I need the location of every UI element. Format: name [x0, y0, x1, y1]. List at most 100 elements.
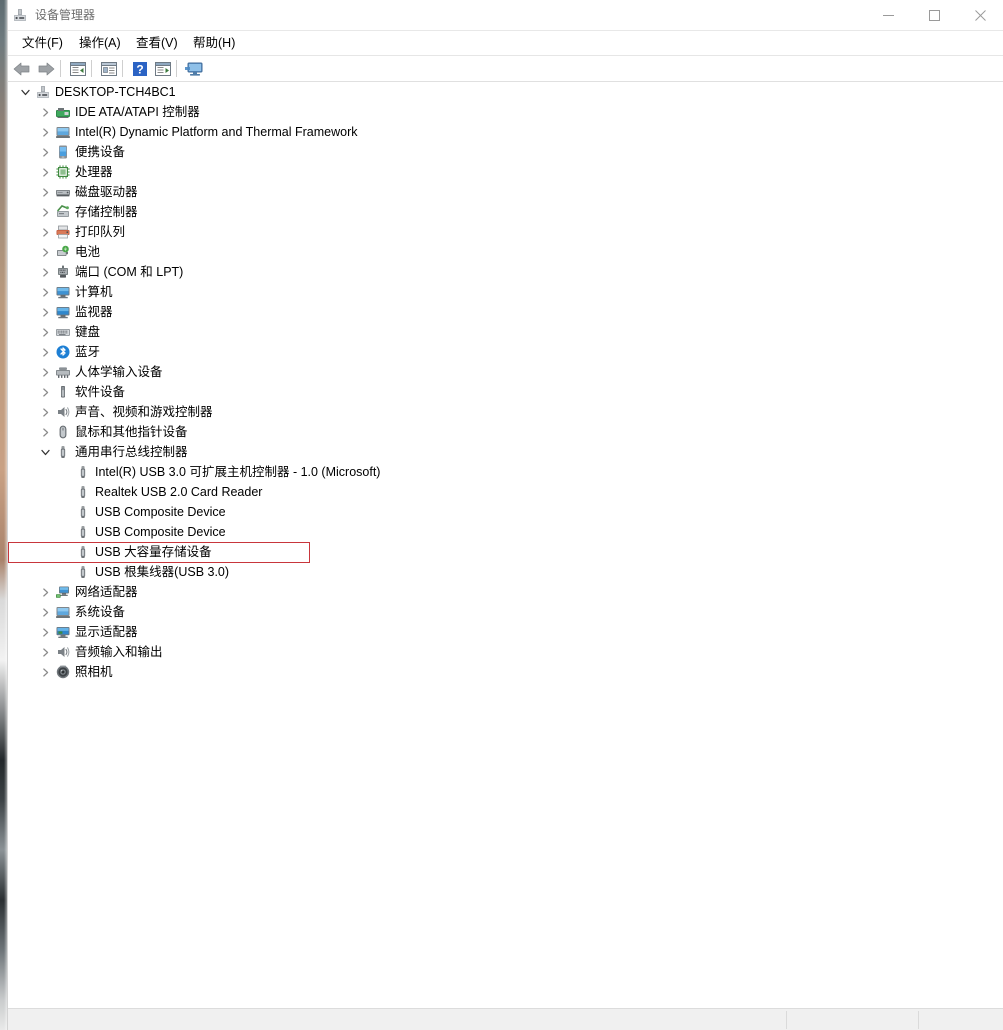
chevron-right-icon[interactable] — [37, 382, 53, 402]
tree-label: 存储控制器 — [75, 205, 138, 219]
chevron-right-icon[interactable] — [37, 222, 53, 242]
tree-row[interactable]: 电池 — [8, 242, 1003, 262]
tree-row[interactable]: 计算机 — [8, 282, 1003, 302]
tree-row[interactable]: 存储控制器 — [8, 202, 1003, 222]
show-hidden-tree-icon[interactable] — [68, 59, 88, 79]
menu-help[interactable]: 帮助(H) — [189, 31, 239, 55]
chevron-right-icon[interactable] — [37, 402, 53, 422]
tree-row[interactable]: 人体学输入设备 — [8, 362, 1003, 382]
scan-hardware-icon[interactable] — [184, 59, 204, 79]
usb-icon — [75, 524, 91, 540]
tree-row[interactable]: 键盘 — [8, 322, 1003, 342]
chevron-right-icon[interactable] — [37, 182, 53, 202]
chevron-right-icon[interactable] — [37, 162, 53, 182]
tree-label: 便携设备 — [75, 145, 126, 159]
tree-label: USB 根集线器(USB 3.0) — [95, 565, 230, 579]
disk-drive-icon — [55, 184, 71, 200]
toolbar-separator — [91, 60, 92, 77]
tree-row[interactable]: 蓝牙 — [8, 342, 1003, 362]
tree-row[interactable]: 打印队列 — [8, 222, 1003, 242]
chevron-down-icon[interactable] — [37, 442, 53, 462]
display-adapter-icon — [55, 624, 71, 640]
printer-icon — [55, 224, 71, 240]
chevron-right-icon[interactable] — [37, 242, 53, 262]
tree-label: Intel(R) Dynamic Platform and Thermal Fr… — [75, 125, 358, 139]
chevron-right-icon[interactable] — [37, 662, 53, 682]
tree-row[interactable]: USB Composite Device — [8, 522, 1003, 542]
tree-row[interactable]: 监视器 — [8, 302, 1003, 322]
tree-row[interactable]: 处理器 — [8, 162, 1003, 182]
chevron-right-icon[interactable] — [37, 122, 53, 142]
usb-icon — [55, 444, 71, 460]
menu-action[interactable]: 操作(A) — [75, 31, 125, 55]
chevron-right-icon[interactable] — [37, 422, 53, 442]
chevron-right-icon[interactable] — [37, 582, 53, 602]
tree-row[interactable]: 系统设备 — [8, 602, 1003, 622]
tree-row[interactable]: 鼠标和其他指针设备 — [8, 422, 1003, 442]
tree-label: 监视器 — [75, 305, 113, 319]
tree-row[interactable]: IDE ATA/ATAPI 控制器 — [8, 102, 1003, 122]
port-icon — [55, 264, 71, 280]
forward-arrow-icon[interactable] — [36, 59, 56, 79]
usb-icon — [75, 544, 91, 560]
usb-icon — [75, 564, 91, 580]
status-separator — [786, 1011, 787, 1029]
chevron-right-icon[interactable] — [37, 602, 53, 622]
menu-file[interactable]: 文件(F) — [18, 31, 67, 55]
chevron-right-icon[interactable] — [37, 362, 53, 382]
tree-label: IDE ATA/ATAPI 控制器 — [75, 105, 200, 119]
tree-row[interactable]: Intel(R) Dynamic Platform and Thermal Fr… — [8, 122, 1003, 142]
tree-label: 通用串行总线控制器 — [75, 445, 188, 459]
chevron-right-icon[interactable] — [37, 322, 53, 342]
tree-row[interactable]: 显示适配器 — [8, 622, 1003, 642]
chevron-right-icon[interactable] — [37, 622, 53, 642]
update-driver-icon[interactable] — [153, 59, 173, 79]
tree-label: 网络适配器 — [75, 585, 138, 599]
tree-label: 人体学输入设备 — [75, 365, 163, 379]
chevron-right-icon[interactable] — [37, 142, 53, 162]
bluetooth-icon — [55, 344, 71, 360]
tree-label: 键盘 — [75, 325, 101, 339]
tree-label: 音频输入和输出 — [75, 645, 163, 659]
tree-row[interactable]: 通用串行总线控制器 — [8, 442, 1003, 462]
tree-row[interactable]: USB 大容量存储设备 — [8, 542, 1003, 562]
tree-row[interactable]: 软件设备 — [8, 382, 1003, 402]
tree-row[interactable]: 网络适配器 — [8, 582, 1003, 602]
tree-row[interactable]: 音频输入和输出 — [8, 642, 1003, 662]
chevron-down-icon[interactable] — [17, 82, 33, 102]
camera-icon — [55, 664, 71, 680]
tree-row[interactable]: 声音、视频和游戏控制器 — [8, 402, 1003, 422]
tree-label: 计算机 — [75, 285, 113, 299]
device-tree[interactable]: DESKTOP-TCH4BC1 IDE ATA/ATAPI 控制器 Intel(R… — [8, 82, 1003, 1002]
tree-row-root[interactable]: DESKTOP-TCH4BC1 — [8, 82, 1003, 102]
close-button[interactable] — [957, 0, 1003, 30]
chevron-right-icon[interactable] — [37, 262, 53, 282]
chevron-right-icon[interactable] — [37, 102, 53, 122]
chevron-right-icon[interactable] — [37, 282, 53, 302]
tree-row[interactable]: 磁盘驱动器 — [8, 182, 1003, 202]
menu-view[interactable]: 查看(V) — [132, 31, 182, 55]
system-device-icon — [55, 124, 71, 140]
chevron-right-icon[interactable] — [37, 302, 53, 322]
minimize-button[interactable] — [865, 0, 911, 30]
status-bar — [8, 1008, 1003, 1030]
tree-label: Intel(R) USB 3.0 可扩展主机控制器 - 1.0 (Microso… — [95, 465, 381, 479]
tree-row[interactable]: Realtek USB 2.0 Card Reader — [8, 482, 1003, 502]
chevron-right-icon[interactable] — [37, 342, 53, 362]
back-arrow-icon[interactable] — [12, 59, 32, 79]
tree-row[interactable]: USB Composite Device — [8, 502, 1003, 522]
tree-label: 鼠标和其他指针设备 — [75, 425, 188, 439]
help-icon[interactable]: ? — [130, 59, 150, 79]
tree-label: USB Composite Device — [95, 525, 226, 539]
maximize-button[interactable] — [911, 0, 957, 30]
chevron-right-icon[interactable] — [37, 202, 53, 222]
properties-icon[interactable] — [99, 59, 119, 79]
tree-row[interactable]: USB 根集线器(USB 3.0) — [8, 562, 1003, 582]
tree-row[interactable]: Intel(R) USB 3.0 可扩展主机控制器 - 1.0 (Microso… — [8, 462, 1003, 482]
chevron-right-icon[interactable] — [37, 642, 53, 662]
tree-row[interactable]: 端口 (COM 和 LPT) — [8, 262, 1003, 282]
usb-icon — [75, 464, 91, 480]
tree-row[interactable]: 便携设备 — [8, 142, 1003, 162]
tree-row[interactable]: 照相机 — [8, 662, 1003, 682]
processor-icon — [55, 164, 71, 180]
